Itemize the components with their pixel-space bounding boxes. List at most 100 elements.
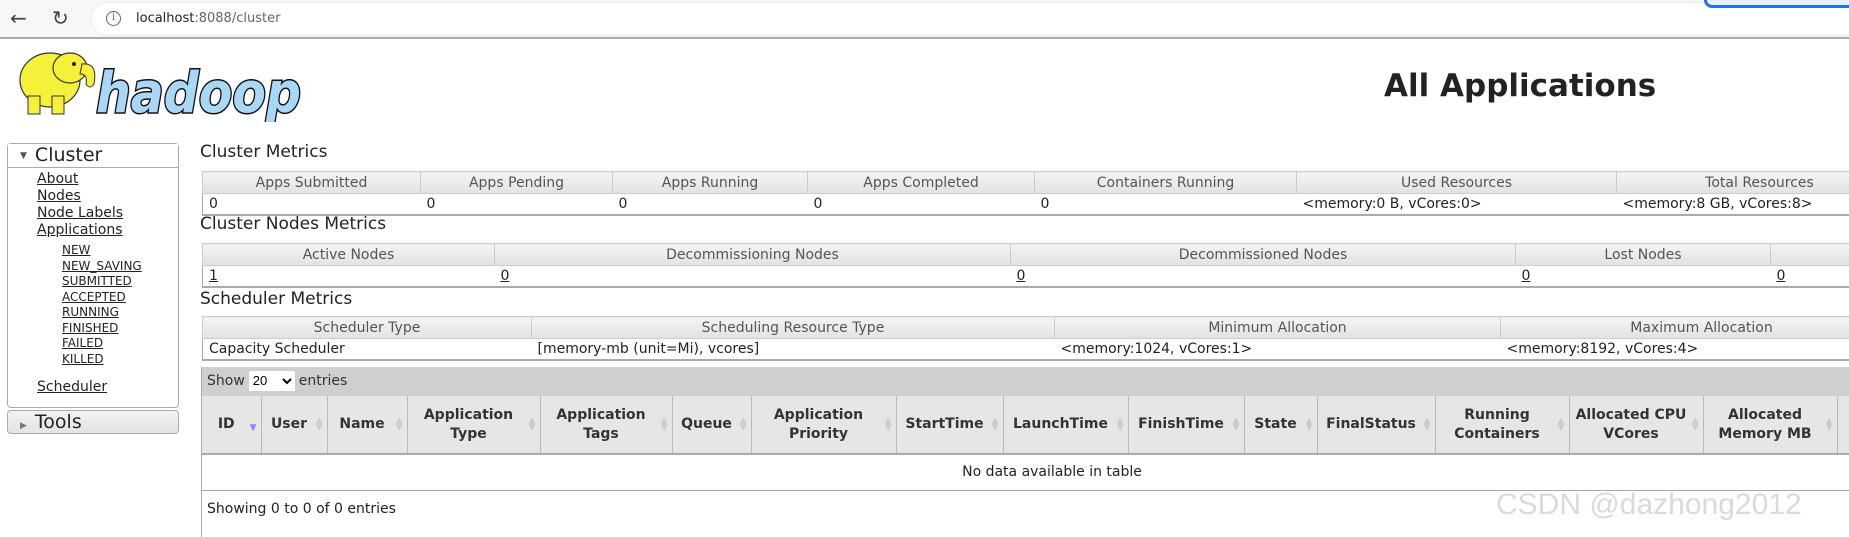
header-minimum-allocation: Minimum Allocation (1055, 317, 1501, 339)
column-header-starttime[interactable]: StartTime▲▼ (896, 396, 1003, 454)
value-containers-running: 0 (1035, 194, 1297, 215)
value-apps-completed: 0 (808, 194, 1035, 215)
header-apps-submitted: Apps Submitted (203, 172, 421, 194)
sort-icon: ▲▼ (885, 418, 892, 432)
entries-label: entries (299, 373, 348, 389)
show-label: Show (207, 373, 245, 389)
column-header-running-containers[interactable]: Running Containers▲▼ (1435, 396, 1569, 454)
tools-section-toggle[interactable]: ▶ Tools (7, 410, 179, 434)
app-state-new-saving[interactable]: NEW_SAVING (8, 259, 178, 275)
hadoop-logo: hadoop (8, 44, 308, 126)
caret-down-icon: ▼ (20, 151, 27, 161)
app-state-accepted[interactable]: ACCEPTED (8, 290, 178, 306)
app-state-submitted[interactable]: SUBMITTED (8, 274, 178, 290)
sidebar-item-scheduler[interactable]: Scheduler (8, 379, 178, 396)
info-icon[interactable]: i (106, 11, 121, 26)
value-link[interactable]: 1 (209, 268, 218, 284)
column-header-queue[interactable]: Queue ▲▼ (672, 396, 751, 454)
value-used-resources: <memory:0 B, vCores:0> (1297, 194, 1617, 215)
sort-icon: ▲▼ (1826, 418, 1833, 432)
column-header-application-priority[interactable]: Application Priority▲▼ (751, 396, 896, 454)
column-header-state[interactable]: State ▲▼ (1244, 396, 1317, 454)
value-link[interactable]: 0 (501, 268, 510, 284)
sort-desc-icon: ▼ (250, 418, 257, 432)
show-entries-bar: Show20entries (202, 367, 1849, 396)
value-maximum-allocation: <memory:8192, vCores:4> (1501, 339, 1849, 360)
app-state-failed[interactable]: FAILED (8, 336, 178, 352)
header-col (1771, 244, 1849, 266)
back-arrow-icon[interactable]: ← (10, 8, 27, 28)
value-link[interactable]: 0 (1522, 268, 1531, 284)
column-header-user[interactable]: User ▲▼ (261, 396, 327, 454)
column-header-application-tags[interactable]: Application Tags ▲▼ (540, 396, 672, 454)
header-active-nodes: Active Nodes (203, 244, 495, 266)
column-label: Queue (681, 416, 732, 432)
app-state-new[interactable]: NEW (8, 243, 178, 259)
value-apps-running: 0 (613, 194, 808, 215)
value-decommissioned-nodes: 0 (1011, 266, 1516, 287)
column-header-application-type[interactable]: Application Type ▲▼ (407, 396, 540, 454)
scheduler-metrics-title: Scheduler Metrics (200, 289, 352, 309)
sort-icon: ▲▼ (529, 418, 536, 432)
value-apps-submitted: 0 (203, 194, 421, 215)
value-scheduler-type: Capacity Scheduler (203, 339, 532, 360)
svg-text:hadoop: hadoop (96, 61, 301, 122)
value-scheduling-resource-type: [memory-mb (unit=Mi), vcores] (532, 339, 1055, 360)
browser-profile-button[interactable] (1704, 0, 1849, 8)
value-apps-pending: 0 (421, 194, 613, 215)
sort-icon: ▲▼ (1306, 418, 1313, 432)
header-apps-completed: Apps Completed (808, 172, 1035, 194)
sidebar-item-applications[interactable]: Applications (8, 222, 178, 239)
sidebar-item-node-labels[interactable]: Node Labels (8, 205, 178, 222)
url-host: localhost (136, 11, 194, 26)
column-label: StartTime (905, 416, 983, 432)
tools-label: Tools (35, 411, 82, 433)
value-link[interactable]: 0 (1777, 268, 1786, 284)
app-state-running[interactable]: RUNNING (8, 305, 178, 321)
column-label: User (271, 416, 307, 432)
column-label: Running Containers (1454, 407, 1540, 442)
header-scheduling-resource-type: Scheduling Resource Type (532, 317, 1055, 339)
scheduler-metrics-table: Scheduler TypeScheduling Resource TypeMi… (202, 316, 1849, 361)
column-label: FinalStatus (1326, 416, 1416, 432)
column-header-launchtime[interactable]: LaunchTime ▲▼ (1003, 396, 1128, 454)
header-lost-nodes: Lost Nodes (1516, 244, 1771, 266)
column-label: LaunchTime (1013, 416, 1108, 432)
header-decommissioning-nodes: Decommissioning Nodes (495, 244, 1011, 266)
value-link[interactable]: 0 (1017, 268, 1026, 284)
value-decommissioning-nodes: 0 (495, 266, 1011, 287)
address-bar[interactable]: i localhost:8088/cluster (92, 3, 1849, 35)
watermark: CSDN @dazhong2012 (1496, 488, 1802, 522)
page-title: All Applications (1384, 68, 1656, 104)
sort-icon: ▲▼ (661, 418, 668, 432)
column-header-finishtime[interactable]: FinishTime ▲▼ (1128, 396, 1244, 454)
url-path: :8088/cluster (194, 11, 280, 26)
sort-icon: ▲▼ (1233, 418, 1240, 432)
app-state-killed[interactable]: KILLED (8, 352, 178, 368)
column-label: ID (218, 416, 235, 432)
column-header-allocated-cpu-vcores[interactable]: Allocated CPU VCores▲▼ (1569, 396, 1703, 454)
column-label: Name (339, 416, 384, 432)
sidebar-item-nodes[interactable]: Nodes (8, 188, 178, 205)
app-state-finished[interactable]: FINISHED (8, 321, 178, 337)
column-label: State (1254, 416, 1296, 432)
column-label: Application Tags (556, 407, 645, 442)
cluster-section-toggle[interactable]: ▼Cluster (8, 144, 178, 168)
column-header-name[interactable]: Name▲▼ (327, 396, 407, 454)
value-col: 0 (1771, 266, 1849, 287)
reload-icon[interactable]: ↻ (52, 8, 69, 28)
column-header-id[interactable]: ID ▼ (202, 396, 261, 454)
sort-icon: ▲▼ (316, 418, 323, 432)
sidebar-item-about[interactable]: About (8, 171, 178, 188)
sort-icon: ▲▼ (740, 418, 747, 432)
sort-icon: ▲▼ (1117, 418, 1124, 432)
page-size-select[interactable]: 20 (249, 371, 295, 391)
column-label: FinishTime (1138, 416, 1224, 432)
caret-right-icon: ▶ (20, 421, 27, 431)
column-header-col[interactable] (1837, 396, 1849, 454)
nodes-metrics-table: Active NodesDecommissioning NodesDecommi… (202, 243, 1849, 288)
applications-table: ID▼User▲▼Name▲▼Application Type▲▼Applica… (202, 396, 1849, 491)
column-label: Application Type (424, 407, 513, 442)
column-header-finalstatus[interactable]: FinalStatus▲▼ (1317, 396, 1435, 454)
column-header-allocated-memory-mb[interactable]: Allocated Memory MB▲▼ (1703, 396, 1837, 454)
